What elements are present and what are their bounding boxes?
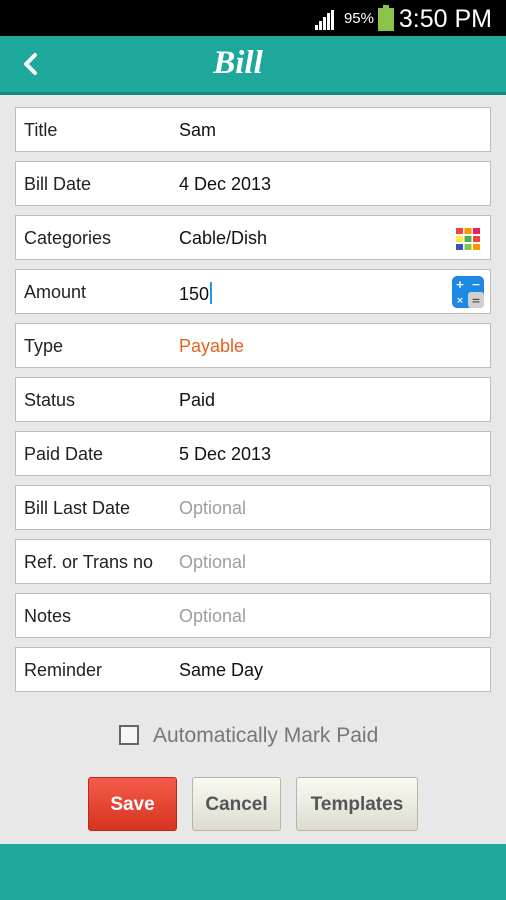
- notes-input[interactable]: Optional: [179, 606, 246, 627]
- paid-date-field[interactable]: Paid Date 5 Dec 2013: [15, 431, 491, 476]
- status-bar: 95% 3:50 PM: [0, 0, 506, 36]
- categories-field[interactable]: Categories Cable/Dish: [15, 215, 491, 260]
- field-label: Paid Date: [24, 444, 104, 464]
- amount-field[interactable]: Amount 150 + − × =: [15, 269, 491, 314]
- field-label: Categories: [24, 228, 112, 248]
- notes-field[interactable]: Notes Optional: [15, 593, 491, 638]
- signal-icon: [315, 10, 334, 30]
- clock: 3:50 PM: [398, 5, 492, 33]
- field-label: Reminder: [24, 660, 103, 680]
- calculator-icon[interactable]: + − × =: [452, 276, 484, 308]
- ref-trans-field[interactable]: Ref. or Trans no Optional: [15, 539, 491, 584]
- svg-text:−: −: [471, 278, 480, 291]
- cancel-button[interactable]: Cancel: [192, 777, 281, 831]
- text-cursor: [210, 282, 213, 304]
- bill-date-field[interactable]: Bill Date 4 Dec 2013: [15, 161, 491, 206]
- categories-value[interactable]: Cable/Dish: [179, 228, 267, 249]
- title-field[interactable]: Title Sam: [15, 107, 491, 152]
- templates-button[interactable]: Templates: [296, 777, 418, 831]
- svg-text:×: ×: [456, 296, 464, 306]
- ref-trans-input[interactable]: Optional: [179, 552, 246, 573]
- paid-date-value[interactable]: 5 Dec 2013: [179, 444, 271, 465]
- battery-percent: 95%: [343, 10, 374, 27]
- field-label: Amount: [24, 282, 87, 302]
- title-input[interactable]: Sam: [179, 120, 216, 141]
- status-field[interactable]: Status Paid: [15, 377, 491, 422]
- reminder-value[interactable]: Same Day: [179, 660, 263, 681]
- save-button[interactable]: Save: [88, 777, 177, 831]
- amount-text: 150: [179, 284, 210, 304]
- svg-text:=: =: [471, 294, 480, 307]
- field-label: Notes: [24, 606, 72, 626]
- status-value[interactable]: Paid: [179, 390, 215, 411]
- field-label: Title: [24, 120, 58, 140]
- field-label: Bill Last Date: [24, 498, 131, 518]
- bill-last-date-input[interactable]: Optional: [179, 498, 246, 519]
- field-label: Status: [24, 390, 76, 410]
- field-label: Bill Date: [24, 174, 92, 194]
- amount-input[interactable]: 150: [179, 282, 213, 305]
- auto-mark-paid-checkbox[interactable]: [119, 725, 139, 745]
- field-label: Ref. or Trans no: [24, 552, 154, 572]
- type-field[interactable]: Type Payable: [15, 323, 491, 368]
- bill-last-date-field[interactable]: Bill Last Date Optional: [15, 485, 491, 530]
- action-bar: Bill: [0, 36, 506, 95]
- color-grid-icon[interactable]: [454, 225, 482, 253]
- bill-date-value[interactable]: 4 Dec 2013: [179, 174, 271, 195]
- type-value[interactable]: Payable: [179, 336, 244, 357]
- bottom-bar: [0, 844, 506, 900]
- svg-text:+: +: [455, 278, 464, 291]
- auto-mark-paid-label: Automatically Mark Paid: [153, 724, 379, 747]
- page-title: Bill: [213, 45, 263, 81]
- battery-icon: [378, 5, 394, 31]
- reminder-field[interactable]: Reminder Same Day: [15, 647, 491, 692]
- field-label: Type: [24, 336, 64, 356]
- bill-form: Title Sam Bill Date 4 Dec 2013 Categorie…: [15, 107, 491, 701]
